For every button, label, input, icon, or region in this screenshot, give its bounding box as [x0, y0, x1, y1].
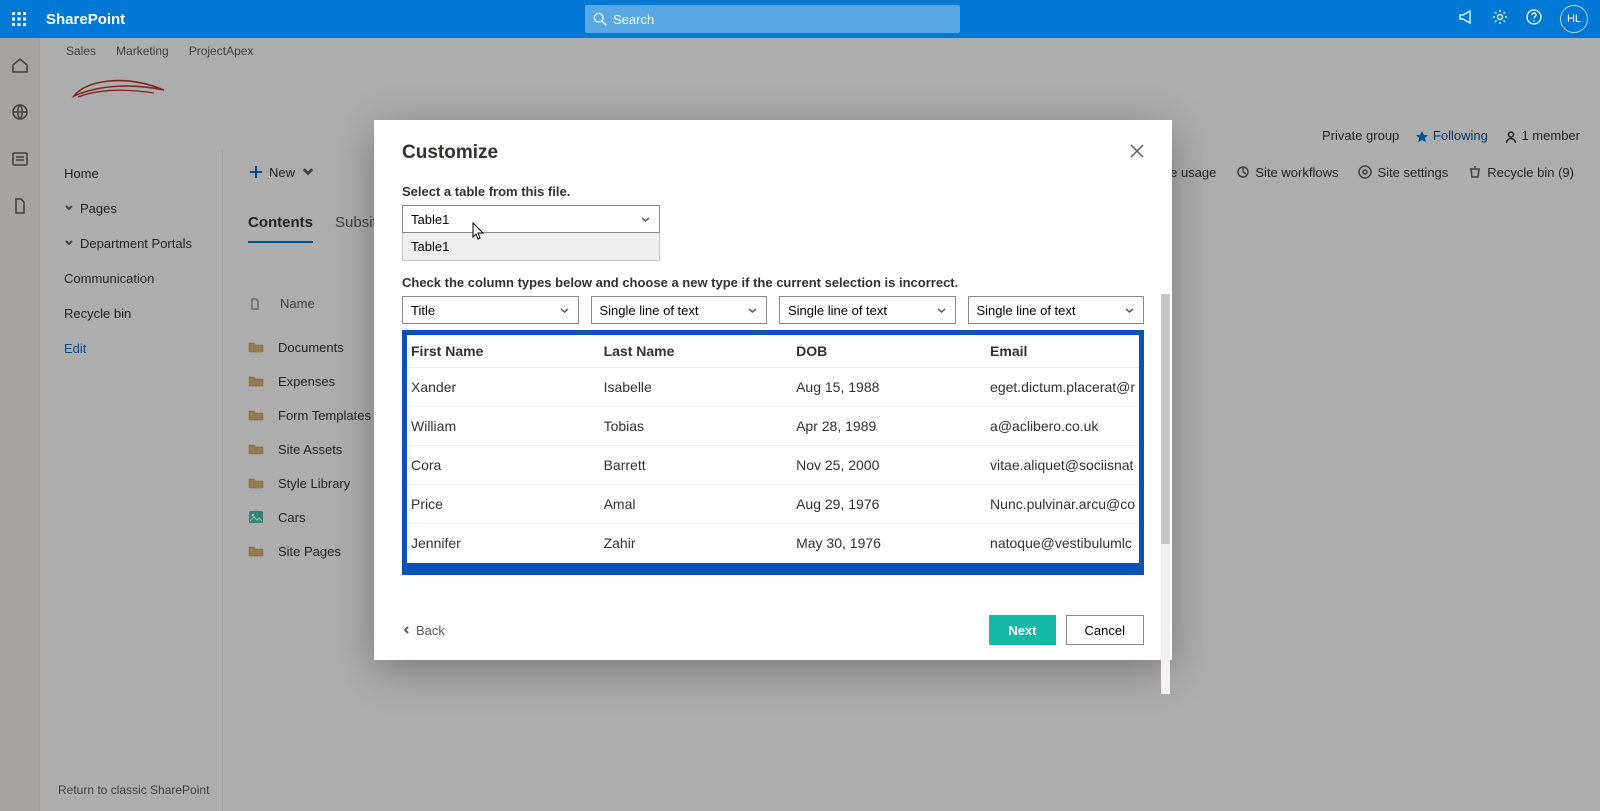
customize-modal: Customize Select a table from this file.… [374, 120, 1172, 660]
column-type-select-1[interactable]: Single line of text [591, 296, 768, 324]
column-type-row: Title Single line of text Single line of t… [402, 296, 1144, 324]
modal-title: Customize [402, 142, 498, 164]
preview-cell: vitae.aliquet@sociisnat [986, 446, 1139, 485]
preview-table: First NameLast NameDOBEmailXanderIsabell… [407, 335, 1139, 563]
cursor-icon [472, 222, 486, 245]
megaphone-button[interactable] [1458, 9, 1474, 30]
preview-cell: Nov 25, 2000 [792, 446, 986, 485]
preview-cell: eget.dictum.placerat@r [986, 368, 1139, 407]
modal-close-button[interactable] [1130, 144, 1144, 163]
next-button[interactable]: Next [989, 615, 1055, 645]
column-type-select-3[interactable]: Single line of text [968, 296, 1145, 324]
chevron-down-icon [747, 305, 758, 316]
gear-icon [1492, 9, 1508, 25]
search-placeholder: Search [613, 12, 654, 27]
select-table-label: Select a table from this file. [402, 184, 1144, 199]
preview-cell: Tobias [600, 407, 793, 446]
preview-cell: Barrett [600, 446, 793, 485]
preview-table-wrap: First NameLast NameDOBEmailXanderIsabell… [402, 330, 1144, 575]
preview-col-header: DOB [792, 335, 986, 368]
app-name: SharePoint [38, 11, 125, 28]
preview-cell: William [407, 407, 600, 446]
table-select[interactable]: Table1 [402, 205, 660, 233]
app-launcher-button[interactable] [0, 0, 38, 38]
preview-cell: Cora [407, 446, 600, 485]
preview-cell: Xander [407, 368, 600, 407]
preview-cell: May 30, 1976 [792, 524, 986, 563]
help-icon [1526, 9, 1542, 25]
preview-col-header: First Name [407, 335, 600, 368]
megaphone-icon [1458, 9, 1474, 25]
preview-cell: natoque@vestibulumlc [986, 524, 1139, 563]
chevron-left-icon [402, 625, 412, 635]
waffle-icon [11, 11, 27, 27]
preview-row: XanderIsabelleAug 15, 1988eget.dictum.pl… [407, 368, 1139, 407]
modal-scrollbar[interactable] [1161, 294, 1170, 694]
suite-bar: SharePoint Search HL [0, 0, 1600, 38]
preview-cell: Amal [600, 485, 793, 524]
preview-col-header: Email [986, 335, 1139, 368]
preview-row: CoraBarrettNov 25, 2000vitae.aliquet@soc… [407, 446, 1139, 485]
preview-row: PriceAmalAug 29, 1976Nunc.pulvinar.arcu@… [407, 485, 1139, 524]
close-icon [1130, 144, 1144, 158]
search-input[interactable]: Search [585, 5, 960, 33]
search-icon [593, 12, 607, 26]
table-select-dropdown: Table1 [402, 233, 660, 261]
settings-button[interactable] [1492, 9, 1508, 30]
chevron-down-icon [559, 305, 570, 316]
column-type-select-0[interactable]: Title [402, 296, 579, 324]
preview-cell: Aug 15, 1988 [792, 368, 986, 407]
preview-cell: Zahir [600, 524, 793, 563]
chevron-down-icon [1124, 305, 1135, 316]
back-button[interactable]: Back [402, 623, 445, 638]
preview-col-header: Last Name [600, 335, 793, 368]
preview-row: JenniferZahirMay 30, 1976natoque@vestibu… [407, 524, 1139, 563]
column-type-select-2[interactable]: Single line of text [779, 296, 956, 324]
preview-cell: Nunc.pulvinar.arcu@co [986, 485, 1139, 524]
chevron-down-icon [640, 214, 651, 225]
preview-cell: Jennifer [407, 524, 600, 563]
chevron-down-icon [936, 305, 947, 316]
help-button[interactable] [1526, 9, 1542, 30]
user-avatar[interactable]: HL [1560, 5, 1588, 33]
cancel-button[interactable]: Cancel [1066, 615, 1144, 645]
check-columns-label: Check the column types below and choose … [402, 275, 1144, 290]
preview-cell: Isabelle [600, 368, 793, 407]
preview-row: WilliamTobiasApr 28, 1989a@aclibero.co.u… [407, 407, 1139, 446]
preview-cell: Apr 28, 1989 [792, 407, 986, 446]
table-option-table1[interactable]: Table1 [403, 233, 659, 260]
preview-cell: a@aclibero.co.uk [986, 407, 1139, 446]
preview-cell: Aug 29, 1976 [792, 485, 986, 524]
preview-cell: Price [407, 485, 600, 524]
